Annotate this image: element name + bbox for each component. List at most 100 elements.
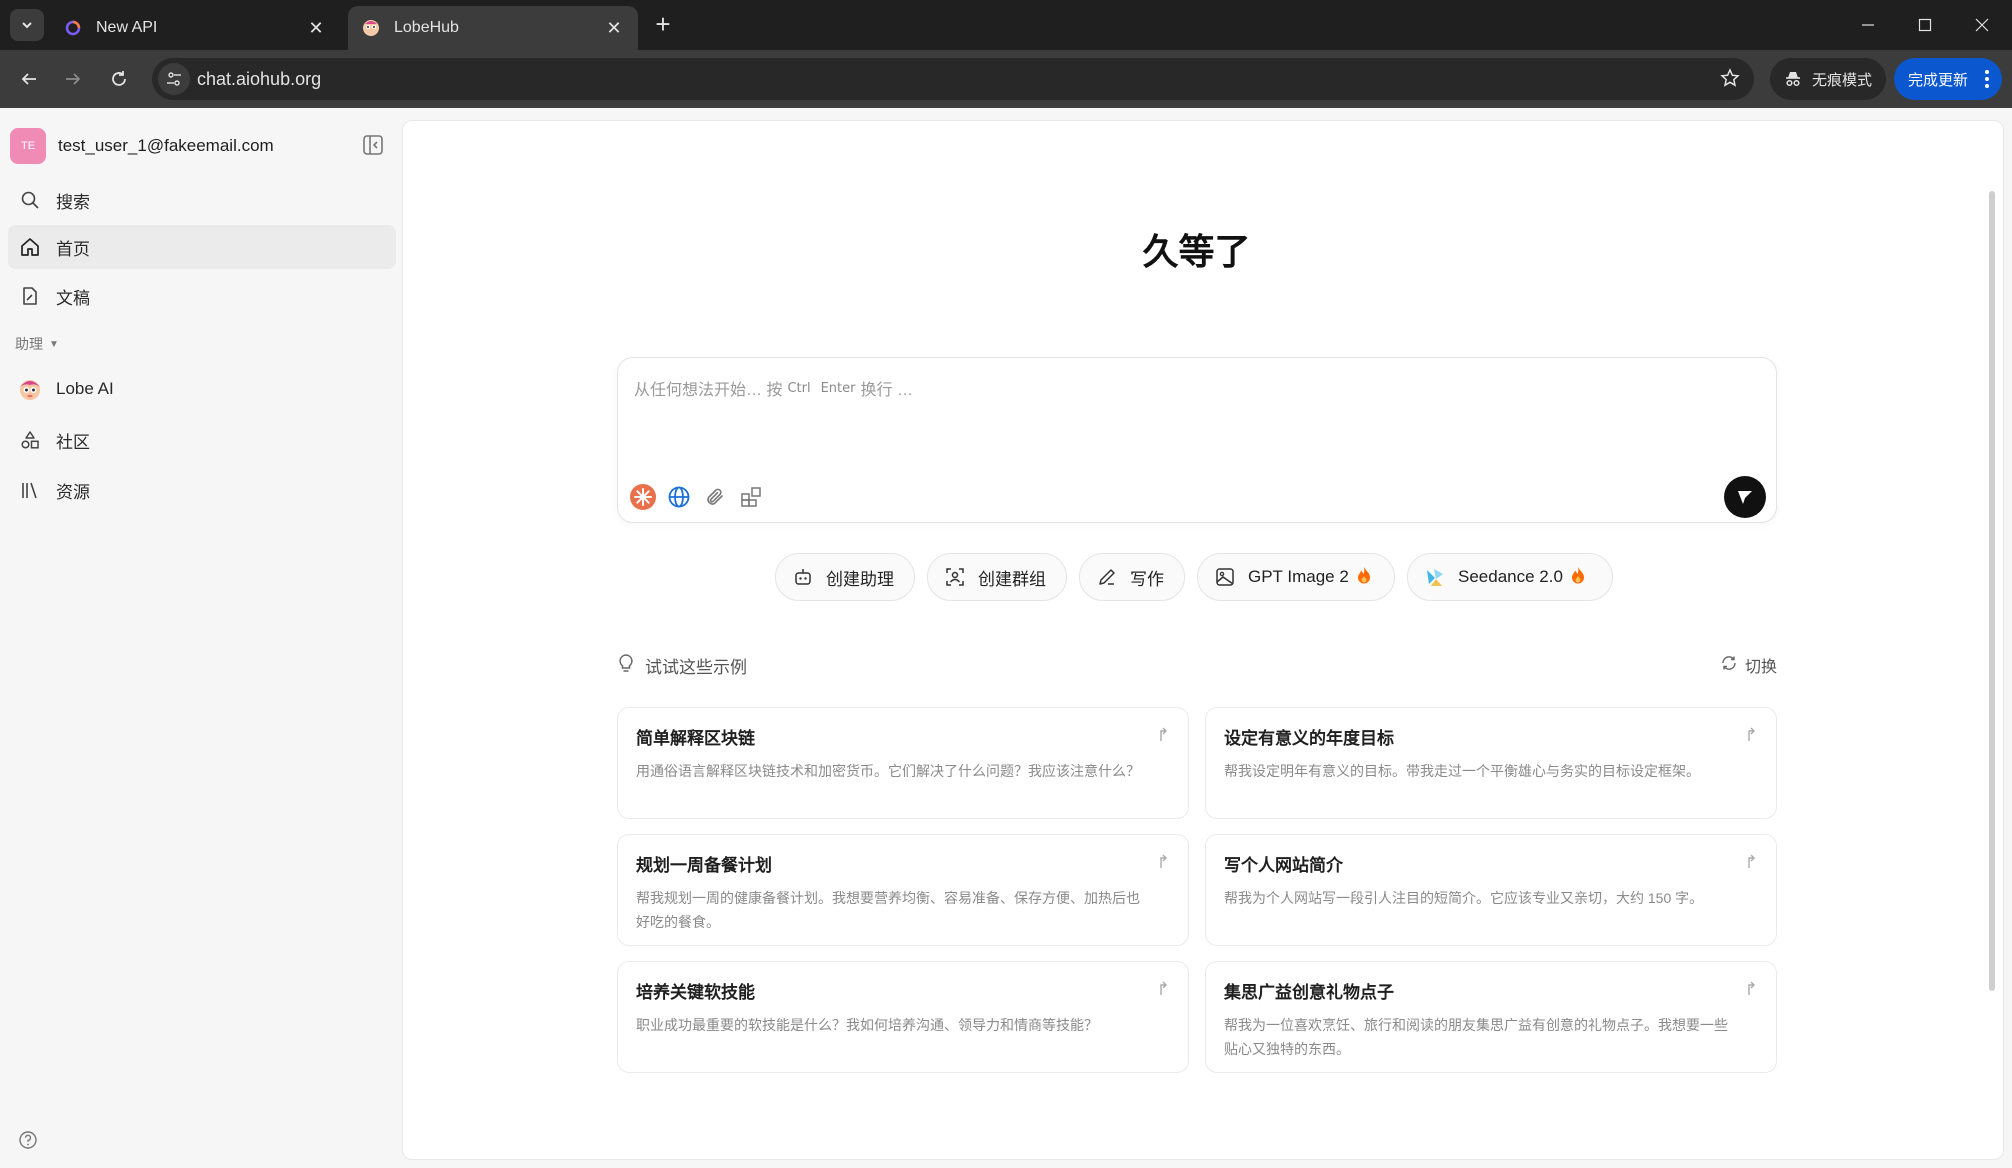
- claude-model-icon: [630, 484, 656, 510]
- chat-input-box[interactable]: 从任何想法开始… 按 Ctrl Enter 换行 …: [617, 357, 1777, 523]
- chip-create-assistant[interactable]: 创建助理: [775, 553, 915, 601]
- assistants-section-toggle[interactable]: 助理 ▼: [15, 334, 59, 354]
- examples-label-text: 试试这些示例: [645, 658, 747, 677]
- close-icon[interactable]: ✕: [306, 18, 326, 38]
- reload-icon: [112, 71, 126, 86]
- tab-search-button[interactable]: [10, 9, 44, 41]
- switch-examples-button[interactable]: 切换: [1721, 653, 1777, 677]
- placeholder-prefix: 从任何想法开始… 按: [634, 382, 783, 399]
- minimize-button[interactable]: [1848, 8, 1888, 42]
- chip-label: GPT Image 2: [1248, 567, 1349, 586]
- example-description: 用通俗语言解释区块链技术和加密货币。它们解决了什么问题？我应该注意什么？: [636, 763, 1140, 779]
- home-icon: [18, 235, 42, 259]
- site-info-button[interactable]: [158, 63, 190, 95]
- sidebar-item-search[interactable]: 搜索: [8, 178, 396, 222]
- forward-button[interactable]: [58, 64, 88, 94]
- sidebar-item-label: 搜索: [56, 192, 90, 212]
- example-card[interactable]: 规划一周备餐计划 帮我规划一周的健康备餐计划。我想要营养均衡、容易准备、保存方便…: [617, 834, 1189, 946]
- fire-icon: [1357, 566, 1371, 589]
- sidebar-item-community[interactable]: 社区: [8, 418, 396, 462]
- example-card[interactable]: 设定有意义的年度目标 帮我设定明年有意义的目标。带我走过一个平衡雄心与务实的目标…: [1205, 707, 1777, 819]
- send-icon: [1738, 491, 1752, 504]
- fire-icon: [1571, 566, 1585, 589]
- maximize-icon: [1918, 18, 1932, 32]
- arrow-up-right-icon: [1160, 727, 1167, 741]
- refresh-icon: [1721, 655, 1737, 676]
- new-api-favicon-icon: [64, 19, 82, 37]
- reload-button[interactable]: [104, 64, 134, 94]
- community-icon: [18, 428, 42, 452]
- arrow-up-right-icon: [1748, 727, 1755, 741]
- examples-header: 试试这些示例 切换: [617, 649, 1777, 679]
- arrow-up-right-icon: [1748, 981, 1755, 995]
- incognito-label: 无痕模式: [1812, 71, 1873, 89]
- incognito-indicator[interactable]: 无痕模式: [1770, 58, 1886, 100]
- seedance-icon: [1424, 566, 1446, 588]
- image-icon: [1214, 566, 1236, 588]
- sidebar-item-label: 社区: [56, 432, 90, 452]
- help-icon[interactable]: [18, 1130, 40, 1152]
- close-icon[interactable]: ✕: [604, 18, 624, 38]
- address-bar[interactable]: chat.aiohub.org: [152, 58, 1754, 100]
- sidebar-item-lobe-ai[interactable]: Lobe AI: [8, 367, 396, 411]
- example-card[interactable]: 集思广益创意礼物点子 帮我为一位喜欢烹饪、旅行和阅读的朋友集思广益有创意的礼物点…: [1205, 961, 1777, 1073]
- maximize-button[interactable]: [1905, 8, 1945, 42]
- example-title: 集思广益创意礼物点子: [1224, 983, 1394, 1002]
- chip-writing[interactable]: 写作: [1079, 553, 1185, 601]
- welcome-title: 久等了: [1142, 231, 1251, 272]
- chip-gpt-image[interactable]: GPT Image 2: [1197, 553, 1395, 601]
- minimize-icon: [1862, 24, 1874, 26]
- example-card[interactable]: 培养关键软技能 职业成功最重要的软技能是什么？我如何培养沟通、领导力和情商等技能…: [617, 961, 1189, 1073]
- robot-icon: [792, 566, 814, 588]
- tab-title: LobeHub: [394, 19, 459, 36]
- chip-label: Seedance 2.0: [1458, 567, 1563, 586]
- chip-seedance[interactable]: Seedance 2.0: [1407, 553, 1613, 601]
- model-selector-button[interactable]: [628, 482, 658, 512]
- blocks-icon: [741, 487, 761, 507]
- sidebar-item-resources[interactable]: 资源: [8, 468, 396, 512]
- update-button[interactable]: 完成更新: [1894, 58, 2002, 100]
- example-card[interactable]: 简单解释区块链 用通俗语言解释区块链技术和加密货币。它们解决了什么问题？我应该注…: [617, 707, 1189, 819]
- back-button[interactable]: [14, 64, 44, 94]
- chat-input-placeholder[interactable]: 从任何想法开始… 按 Ctrl Enter 换行 …: [634, 376, 913, 400]
- collapse-sidebar-button[interactable]: [362, 134, 386, 158]
- lobehub-favicon-icon: [362, 19, 380, 37]
- avatar: TE: [10, 128, 46, 164]
- arrow-right-icon: [66, 73, 81, 85]
- attach-file-button[interactable]: [700, 482, 730, 512]
- new-tab-button[interactable]: +: [650, 11, 676, 38]
- url-text[interactable]: chat.aiohub.org: [197, 69, 321, 90]
- chip-label: 创建助理: [826, 569, 894, 589]
- user-profile[interactable]: TE test_user_1@fakeemail.com: [10, 128, 390, 164]
- sidebar-item-label: 资源: [56, 482, 90, 502]
- example-description: 帮我为一位喜欢烹饪、旅行和阅读的朋友集思广益有创意的礼物点子。我想要一些贴心又独…: [1224, 1017, 1728, 1057]
- example-description: 职业成功最重要的软技能是什么？我如何培养沟通、领导力和情商等技能？: [636, 1017, 1098, 1033]
- plugins-button[interactable]: [736, 482, 766, 512]
- sidebar-item-documents[interactable]: 文稿: [8, 274, 396, 318]
- library-icon: [18, 478, 42, 502]
- example-card[interactable]: 写个人网站简介 帮我为个人网站写一段引人注目的短简介。它应该专业又亲切，大约 1…: [1205, 834, 1777, 946]
- bookmark-star-icon[interactable]: [1720, 68, 1740, 93]
- example-title: 规划一周备餐计划: [636, 856, 772, 875]
- example-description: 帮我为个人网站写一段引人注目的短简介。它应该专业又亲切，大约 150 字。: [1224, 890, 1704, 906]
- sidebar-item-home[interactable]: 首页: [8, 225, 396, 269]
- window-close-button[interactable]: [1962, 8, 2002, 42]
- placeholder-suffix: 换行 …: [860, 382, 913, 399]
- arrow-up-right-icon: [1160, 854, 1167, 868]
- kbd-enter: Enter: [820, 380, 856, 396]
- sidebar-toggle-icon: [363, 135, 383, 155]
- tab-lobehub[interactable]: LobeHub ✕: [348, 6, 638, 50]
- example-description: 帮我规划一周的健康备餐计划。我想要营养均衡、容易准备、保存方便、加热后也好吃的餐…: [636, 890, 1140, 930]
- kbd-ctrl: Ctrl: [787, 380, 811, 396]
- arrow-up-right-icon: [1160, 981, 1167, 995]
- send-button[interactable]: [1724, 476, 1766, 518]
- web-search-button[interactable]: [664, 482, 694, 512]
- browser-toolbar: chat.aiohub.org 无痕模式 完成更新: [0, 50, 2012, 108]
- scrollbar[interactable]: [1989, 191, 1995, 991]
- examples-label: 试试这些示例: [617, 653, 747, 678]
- paperclip-icon: [707, 488, 723, 505]
- switch-label: 切换: [1744, 659, 1777, 676]
- chip-create-group[interactable]: 创建群组: [927, 553, 1067, 601]
- caret-down-icon: ▼: [49, 338, 59, 350]
- tab-new-api[interactable]: New API ✕: [50, 6, 340, 50]
